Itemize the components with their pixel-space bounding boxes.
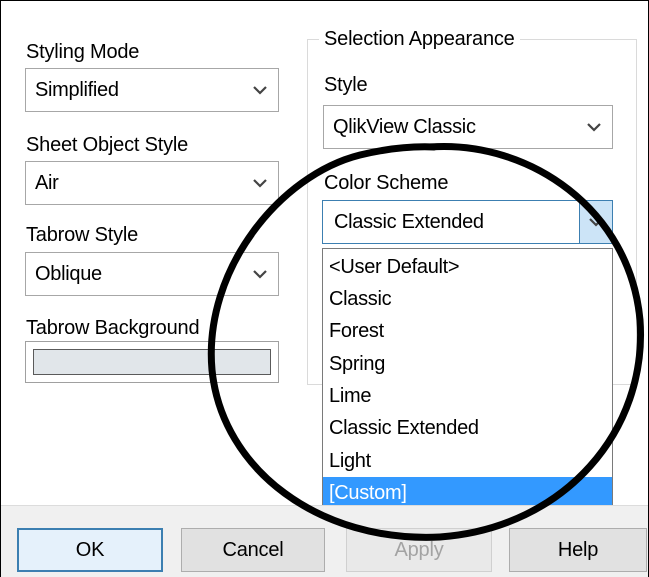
help-button[interactable]: Help: [509, 528, 647, 572]
option-classic-extended[interactable]: Classic Extended: [323, 412, 612, 445]
tabrow-background-swatch: [33, 349, 271, 375]
color-scheme-dropdown[interactable]: Classic Extended: [322, 200, 613, 244]
styling-mode-label: Styling Mode: [26, 41, 140, 63]
ok-button[interactable]: OK: [17, 528, 163, 572]
chevron-down-icon: [253, 270, 267, 279]
color-scheme-dropdown-button[interactable]: [579, 201, 612, 243]
tabrow-background-color-button[interactable]: [25, 341, 279, 383]
color-scheme-label: Color Scheme: [324, 172, 449, 194]
styling-mode-dropdown[interactable]: Simplified: [25, 68, 279, 112]
style-label: Style: [324, 74, 368, 96]
chevron-down-icon: [253, 179, 267, 188]
tabrow-style-label: Tabrow Style: [26, 224, 139, 246]
tabrow-style-value: Oblique: [35, 263, 102, 285]
chevron-down-icon: [587, 123, 601, 132]
sheet-object-style-label: Sheet Object Style: [26, 134, 189, 156]
styling-mode-value: Simplified: [35, 79, 119, 101]
dialog-frame: Styling Mode Simplified Sheet Object Sty…: [0, 0, 649, 577]
sheet-object-style-value: Air: [35, 172, 59, 194]
color-scheme-options-list[interactable]: <User Default> Classic Forest Spring Lim…: [322, 248, 613, 512]
style-value: QlikView Classic: [333, 116, 476, 138]
chevron-down-icon: [589, 218, 603, 227]
option-lime[interactable]: Lime: [323, 380, 612, 413]
option-spring[interactable]: Spring: [323, 348, 612, 381]
apply-button[interactable]: Apply: [346, 528, 492, 572]
option-light[interactable]: Light: [323, 445, 612, 478]
color-scheme-value: Classic Extended: [334, 211, 484, 233]
chevron-down-icon: [253, 86, 267, 95]
tabrow-background-label: Tabrow Background: [26, 317, 200, 339]
option-classic[interactable]: Classic: [323, 283, 612, 316]
selection-appearance-title: Selection Appearance: [319, 28, 520, 51]
option-user-default[interactable]: <User Default>: [323, 251, 612, 284]
sheet-object-style-dropdown[interactable]: Air: [25, 161, 279, 205]
style-dropdown[interactable]: QlikView Classic: [323, 105, 613, 149]
tabrow-style-dropdown[interactable]: Oblique: [25, 252, 279, 296]
cancel-button[interactable]: Cancel: [181, 528, 325, 572]
option-forest[interactable]: Forest: [323, 315, 612, 348]
